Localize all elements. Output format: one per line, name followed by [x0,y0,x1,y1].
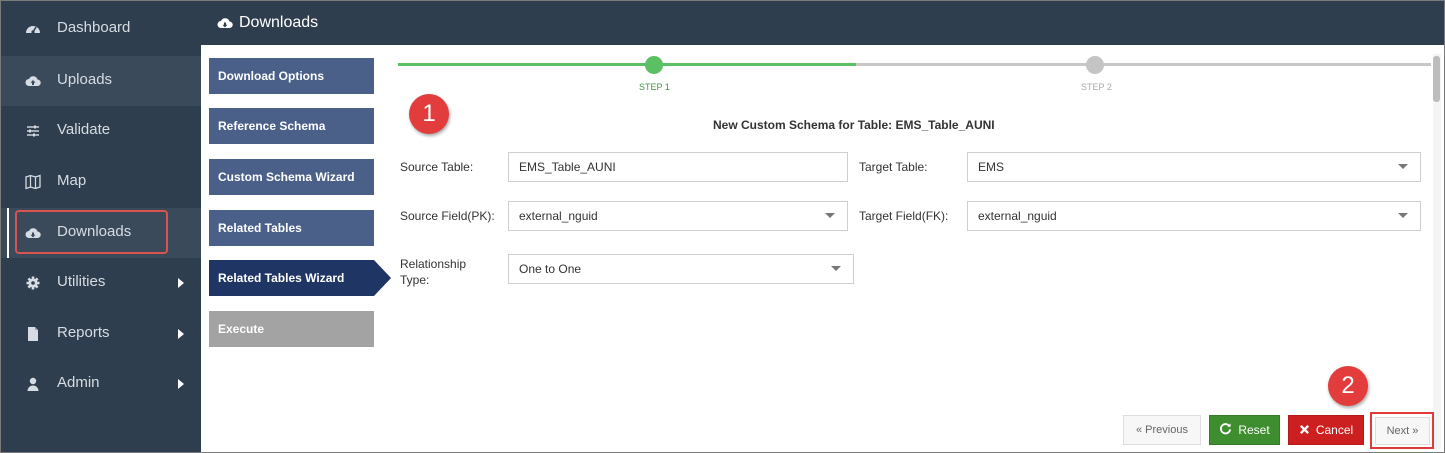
page-header: Downloads [201,1,1444,45]
sidebar-item-label: Dashboard [57,19,131,36]
source-table-input[interactable]: EMS_Table_AUNI [508,152,848,182]
chevron-down-icon [1398,164,1408,169]
form-title: New Custom Schema for Table: EMS_Table_A… [713,118,995,132]
sidebar-item-label: Utilities [57,273,106,290]
cancel-button[interactable]: Cancel [1288,415,1364,445]
target-field-value: external_nguid [978,209,1057,223]
source-table-value: EMS_Table_AUNI [519,160,616,174]
relationship-label-line2: Type: [400,273,430,287]
cloud-upload-icon [25,73,41,89]
sidebar-item-validate[interactable]: Validate [1,106,201,156]
source-field-select[interactable]: external_nguid [508,201,848,231]
scrollbar-thumb[interactable] [1433,56,1440,102]
next-button[interactable]: Next » [1375,417,1430,445]
sliders-icon [25,123,41,139]
chevron-down-icon [1398,213,1408,218]
chevron-right-icon [178,329,184,339]
gear-icon [25,275,41,291]
target-table-label: Target Table: [859,160,928,174]
map-icon [25,174,41,190]
reset-button[interactable]: Reset [1209,415,1280,445]
target-field-label: Target Field(FK): [859,209,949,223]
sidebar-item-label: Admin [57,374,100,391]
reset-label: Reset [1238,423,1270,437]
scrollbar-track[interactable] [1433,54,1441,449]
step-1-dot[interactable] [645,56,663,74]
wizard-step-label: Related Tables Wizard [218,271,345,285]
wizard-step-download-options[interactable]: Download Options [209,58,374,94]
chevron-down-icon [831,266,841,271]
progress-track-complete [398,63,856,66]
progress-track-remaining [856,63,1431,66]
page-title: Downloads [239,14,319,31]
source-field-label: Source Field(PK): [400,209,495,223]
sidebar-item-reports[interactable]: Reports [1,309,201,359]
wizard-step-related-tables-wizard[interactable]: Related Tables Wizard [209,260,391,296]
annotation-marker-1: 1 [409,94,449,134]
wizard-step-custom-schema-wizard[interactable]: Custom Schema Wizard [209,159,374,195]
close-icon [1299,417,1310,445]
document-icon [25,326,41,342]
sidebar-item-utilities[interactable]: Utilities [1,258,201,308]
target-table-value: EMS [978,160,1005,174]
cancel-label: Cancel [1315,423,1354,437]
active-indicator [7,208,9,258]
chevron-right-icon [178,278,184,288]
sidebar-item-downloads[interactable]: Downloads [1,208,201,258]
source-field-value: external_nguid [519,209,598,223]
chevron-right-icon [178,379,184,389]
cloud-download-icon [217,15,233,36]
active-step-arrow [374,260,391,296]
sidebar-item-label: Map [57,172,87,189]
refresh-icon [1219,417,1232,445]
sidebar-item-map[interactable]: Map [1,157,201,207]
sidebar-item-uploads[interactable]: Uploads [1,56,201,106]
wizard-step-related-tables[interactable]: Related Tables [209,210,374,246]
target-table-select[interactable]: EMS [967,152,1421,182]
relationship-type-select[interactable]: One to One [508,254,854,284]
step-1-label: STEP 1 [639,82,670,92]
app-frame: Dashboard Uploads Validate Map Downloads… [0,0,1445,453]
sidebar-item-label: Reports [57,324,110,341]
dashboard-icon [25,21,41,37]
wizard-step-reference-schema[interactable]: Reference Schema [209,108,374,144]
target-field-select[interactable]: external_nguid [967,201,1421,231]
step-2-dot[interactable] [1086,56,1104,74]
sidebar-item-dashboard[interactable]: Dashboard [1,4,201,54]
chevron-down-icon [825,213,835,218]
step-2-label: STEP 2 [1081,82,1112,92]
sidebar: Dashboard Uploads Validate Map Downloads… [1,1,201,452]
sidebar-item-label: Uploads [57,71,113,88]
highlight-box [15,210,168,254]
relationship-type-value: One to One [519,262,582,276]
sidebar-item-label: Validate [57,121,111,138]
previous-button[interactable]: « Previous [1123,415,1201,445]
wizard-step-execute: Execute [209,311,374,347]
sidebar-item-admin[interactable]: Admin [1,359,201,409]
user-icon [25,376,41,392]
source-table-label: Source Table: [400,160,474,174]
relationship-label-line1: Relationship [400,257,467,271]
annotation-marker-2: 2 [1328,366,1368,406]
